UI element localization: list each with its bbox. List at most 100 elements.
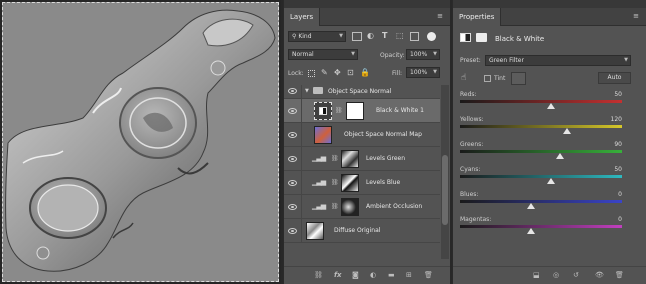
visibility-column (284, 219, 302, 242)
lock-artboard-icon[interactable]: ⊡ (347, 68, 354, 77)
opacity-field[interactable]: 100% ▼ (406, 49, 440, 60)
eye-icon[interactable] (288, 156, 297, 162)
panel-title-bar[interactable] (284, 0, 450, 8)
slider-track[interactable] (460, 125, 622, 128)
filter-adjustment-icon[interactable]: ◐ (367, 31, 374, 40)
eye-icon[interactable] (288, 108, 297, 114)
layer-row[interactable]: Diffuse Original (284, 219, 440, 243)
new-group-icon[interactable]: ▬ (388, 271, 395, 280)
panel-menu-icon[interactable]: ≡ (436, 13, 444, 20)
levels-histogram-icon[interactable]: ▁▃▅ (312, 202, 326, 210)
slider-track[interactable] (460, 150, 622, 153)
chain-link-icon[interactable]: ⛓ (331, 179, 339, 186)
layer-row[interactable]: ▁▃▅ ⛓ Levels Blue (284, 171, 440, 195)
panel-menu-icon[interactable]: ≡ (632, 13, 640, 20)
layer-thumbnail[interactable] (306, 222, 324, 240)
layer-mask-thumbnail[interactable] (346, 102, 364, 120)
adjustment-thumbnail[interactable] (314, 102, 332, 120)
preset-select[interactable]: Green Filter ▼ (485, 55, 631, 66)
panel-title-bar[interactable] (453, 0, 646, 8)
eye-icon[interactable] (288, 88, 297, 94)
levels-histogram-icon[interactable]: ▁▃▅ (312, 178, 326, 186)
image-canvas[interactable] (2, 2, 279, 282)
slider-label: Greens: (460, 141, 484, 148)
visibility-column (284, 85, 302, 98)
tint-checkbox[interactable] (484, 75, 491, 82)
tab-properties[interactable]: Properties (453, 8, 502, 26)
new-adjustment-layer-icon[interactable]: ◐ (370, 271, 376, 280)
auto-button[interactable]: Auto (598, 72, 631, 84)
filter-pixel-icon[interactable] (352, 32, 362, 41)
levels-histogram-icon[interactable]: ▁▃▅ (312, 154, 326, 162)
tint-color-swatch[interactable] (511, 72, 526, 85)
lock-all-icon[interactable]: 🔒 (360, 68, 370, 77)
slider-track[interactable] (460, 100, 622, 103)
eye-icon[interactable] (288, 228, 297, 234)
fx-button[interactable]: fx (334, 271, 342, 280)
slider-knob[interactable] (546, 178, 555, 184)
slider-knob[interactable] (527, 203, 536, 209)
chain-link-icon[interactable]: ⛓ (331, 203, 339, 210)
new-layer-icon[interactable]: ⊞ (406, 271, 412, 280)
chain-link-icon[interactable]: ⛓ (335, 107, 343, 114)
reset-icon[interactable]: ↺ (573, 271, 579, 280)
layer-row[interactable]: ▁▃▅ ⛓ Levels Green (284, 147, 440, 171)
layer-row[interactable]: Object Space Normal Map (284, 123, 440, 147)
slider-track[interactable] (460, 225, 622, 228)
slider-knob[interactable] (562, 128, 571, 134)
layer-mask-thumbnail[interactable] (341, 174, 359, 192)
slider-knob[interactable] (527, 228, 536, 234)
slider-value[interactable]: 120 (611, 116, 622, 123)
eye-icon[interactable] (288, 132, 297, 138)
targeted-adjustment-hand-icon[interactable]: ☝ (461, 73, 466, 83)
slider-knob[interactable] (556, 153, 565, 159)
lock-transparent-icon[interactable] (308, 70, 315, 77)
delete-adjustment-icon[interactable]: 🗑 (615, 271, 624, 280)
visibility-column (284, 147, 302, 170)
layer-row[interactable]: ▁▃▅ ⛓ Ambient Occlusion (284, 195, 440, 219)
lock-image-icon[interactable]: ✎ (321, 68, 328, 77)
view-previous-state-icon[interactable]: ◎ (553, 271, 559, 280)
chevron-down-icon[interactable]: ▼ (305, 88, 309, 94)
clip-to-layer-icon[interactable]: ⬓ (533, 271, 540, 280)
slider-value[interactable]: 90 (614, 141, 622, 148)
slider-value[interactable]: 0 (618, 216, 622, 223)
layer-mask-thumbnail[interactable] (341, 198, 359, 216)
layer-name: Levels Green (366, 155, 406, 162)
layer-list-scrollbar[interactable] (441, 85, 449, 259)
layer-row[interactable]: ⛓ Black & White 1 (284, 99, 440, 123)
slider-value[interactable]: 0 (618, 191, 622, 198)
layer-list: ▼ Object Space Normal ⛓ Black & White 1 … (284, 85, 440, 259)
slider-blues: Blues: 0 (460, 191, 622, 213)
blend-mode-select[interactable]: Normal ▼ (288, 49, 358, 60)
tab-layers[interactable]: Layers (284, 8, 321, 26)
link-layers-icon[interactable]: ⛓ (314, 271, 323, 280)
mask-icon[interactable] (476, 33, 487, 42)
layer-filter-row: ⚲ Kind ▼ ◐ T ⬚ (284, 29, 450, 45)
adjustment-icon[interactable] (460, 33, 471, 42)
layer-mask-thumbnail[interactable] (341, 150, 359, 168)
slider-value[interactable]: 50 (614, 91, 622, 98)
slider-track[interactable] (460, 175, 622, 178)
chevron-down-icon: ▼ (624, 57, 628, 63)
delete-layer-icon[interactable]: 🗑 (424, 271, 433, 280)
visibility-toggle-icon[interactable]: 👁 (595, 271, 604, 280)
filter-smart-object-icon[interactable] (410, 32, 419, 41)
filter-shape-icon[interactable]: ⬚ (396, 31, 404, 40)
document-canvas-area[interactable] (0, 0, 281, 284)
normal-map-thumbnail[interactable] (314, 126, 332, 144)
scrollbar-thumb[interactable] (442, 155, 448, 225)
filter-kind-select[interactable]: ⚲ Kind ▼ (288, 31, 346, 42)
fill-field[interactable]: 100% ▼ (406, 67, 440, 78)
lock-position-icon[interactable]: ✥ (334, 68, 341, 77)
layer-group-row[interactable]: ▼ Object Space Normal (284, 85, 440, 99)
slider-knob[interactable] (546, 103, 555, 109)
filter-toggle-icon[interactable] (427, 32, 436, 41)
eye-icon[interactable] (288, 180, 297, 186)
filter-type-icon[interactable]: T (382, 31, 387, 40)
chain-link-icon[interactable]: ⛓ (331, 155, 339, 162)
add-mask-icon[interactable]: ◙ (352, 271, 359, 280)
slider-track[interactable] (460, 200, 622, 203)
slider-value[interactable]: 50 (614, 166, 622, 173)
eye-icon[interactable] (288, 204, 297, 210)
